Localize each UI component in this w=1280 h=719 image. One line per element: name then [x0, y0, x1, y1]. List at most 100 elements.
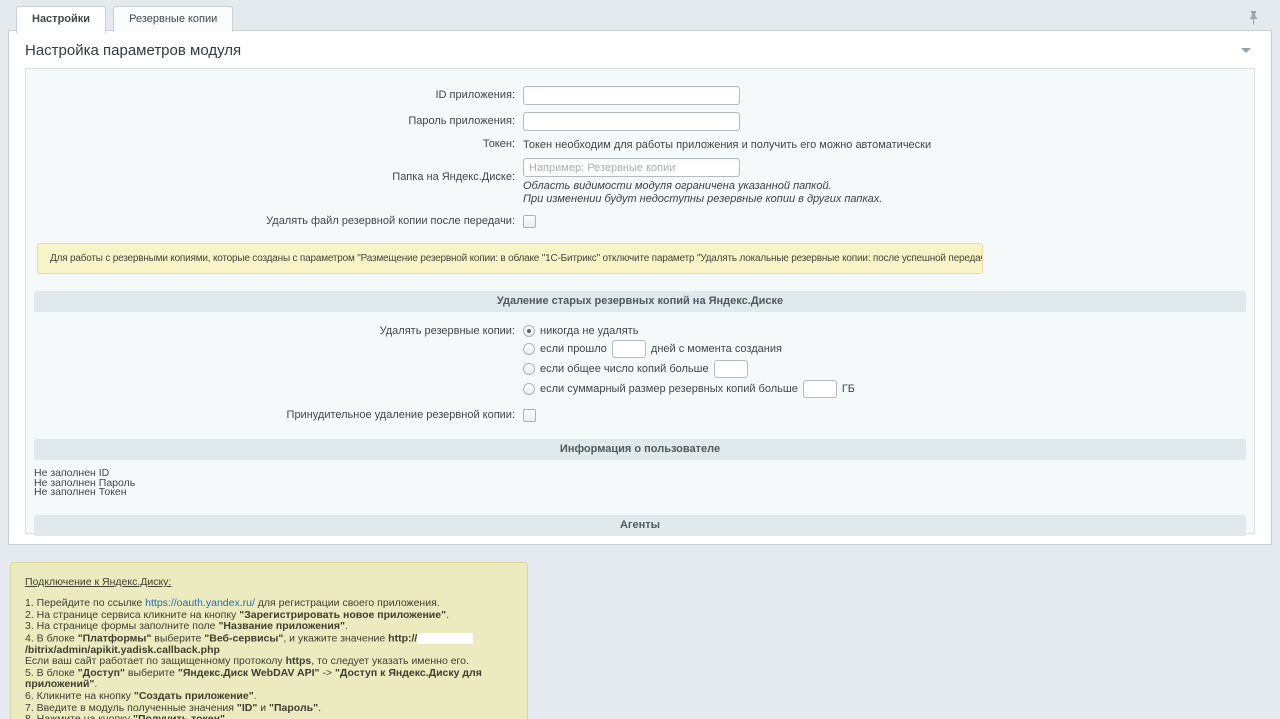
redacted-domain: [417, 633, 473, 644]
help-step-text: 7. Введите в модуль полученные значения: [25, 702, 237, 714]
token-note: Токен необходим для работы приложения и …: [523, 139, 931, 151]
folder-note-line1: Область видимости модуля ограничена указ…: [523, 180, 882, 193]
tab-backups[interactable]: Резервные копии: [113, 6, 233, 32]
help-step-text: http://: [388, 632, 417, 644]
app-password-input[interactable]: [523, 112, 740, 131]
help-step: 5. В блоке "Доступ" выберите "Яндекс.Дис…: [25, 668, 513, 691]
force-delete-row: Принудительное удаление резервной копии:: [26, 409, 1254, 422]
help-step-text: .: [446, 609, 449, 621]
help-step-text: ->: [319, 667, 334, 679]
help-step-text: "Создать приложение": [134, 690, 254, 702]
yandex-disk-help-box: Подключение к Яндекс.Диску: 1. Перейдите…: [10, 562, 528, 719]
collapse-chevron-down-icon[interactable]: [1241, 48, 1251, 53]
help-step-text: 3. На странице формы заполните поле: [25, 620, 218, 632]
cleanup-option-count: если общее число копий больше: [523, 360, 855, 378]
radio-count[interactable]: [523, 363, 535, 375]
size-input[interactable]: [803, 380, 837, 398]
help-step: 4. В блоке "Платформы" выберите "Веб-сер…: [25, 633, 513, 656]
help-step-text: 2. На странице сервиса кликните на кнопк…: [25, 609, 239, 621]
radio-size-prefix: если суммарный размер резервных копий бо…: [540, 383, 798, 395]
help-step: 8. Нажмите на кнопку "Получить токен".: [25, 714, 513, 719]
delete-after-label: Удалять файл резервной копии после перед…: [26, 215, 523, 228]
alert-text: Для работы с резервными копиями, которые…: [50, 253, 983, 264]
help-step-text: .: [318, 702, 321, 714]
help-step-text: "Название приложения": [218, 620, 345, 632]
help-steps: 1. Перейдите по ссылке https://oauth.yan…: [25, 598, 513, 719]
user-info-list: Не заполнен ID Не заполнен Пароль Не зап…: [34, 469, 1254, 498]
user-info-line: Не заполнен ID: [34, 469, 1254, 479]
cloud-backup-alert: Для работы с резервными копиями, которые…: [37, 243, 983, 274]
help-step-text: 1. Перейдите по ссылке: [25, 597, 145, 609]
app-password-label: Пароль приложения:: [26, 115, 523, 128]
tab-settings[interactable]: Настройки: [16, 6, 106, 33]
days-input[interactable]: [612, 340, 646, 358]
radio-size-suffix: ГБ: [842, 383, 855, 395]
help-step-text: /bitrix/admin/apikit.yadisk.callback.php: [25, 644, 220, 656]
help-step-text: .: [225, 713, 228, 719]
cleanup-option-days: если прошло дней с момента создания: [523, 340, 855, 358]
section-user-info-header: Информация о пользователе: [34, 439, 1246, 460]
force-delete-label: Принудительное удаление резервной копии:: [26, 409, 523, 422]
force-delete-checkbox[interactable]: [523, 409, 536, 422]
help-step-text: для регистрации своего приложения.: [255, 597, 440, 609]
user-info-line: Не заполнен Пароль: [34, 479, 1254, 489]
app-id-row: ID приложения:: [26, 86, 1254, 105]
help-step-text: Если ваш сайт работает по защищенному пр…: [25, 655, 286, 667]
cleanup-option-size: если суммарный размер резервных копий бо…: [523, 380, 855, 398]
radio-count-prefix: если общее число копий больше: [540, 363, 709, 375]
help-step-text: .: [254, 690, 257, 702]
radio-never-label: никогда не удалять: [540, 325, 638, 337]
help-step-text: "ID": [237, 702, 257, 714]
help-step-text: , то следует указать именно его.: [311, 655, 469, 667]
delete-after-row: Удалять файл резервной копии после перед…: [26, 215, 1254, 228]
help-step: 3. На странице формы заполните поле "Наз…: [25, 621, 513, 633]
help-step-text: выберите: [125, 667, 178, 679]
token-row: Токен: Токен необходим для работы прилож…: [26, 138, 1254, 151]
cleanup-options-row: Удалять резервные копии: никогда не удал…: [26, 323, 1254, 400]
help-step-text: выберите: [151, 632, 204, 644]
help-step-text: "Пароль": [269, 702, 318, 714]
help-step-text: .: [345, 620, 348, 632]
settings-panel: Настройка параметров модуля ID приложени…: [8, 30, 1272, 545]
oauth-yandex-link[interactable]: https://oauth.yandex.ru/: [145, 597, 255, 609]
app-id-label: ID приложения:: [26, 89, 523, 102]
tab-bar: Настройки Резервные копии: [0, 0, 1280, 30]
cleanup-label: Удалять резервные копии:: [26, 323, 523, 338]
cleanup-option-never: никогда не удалять: [523, 323, 855, 338]
folder-row: Папка на Яндекс.Диске: Область видимости…: [26, 158, 1254, 206]
help-step-text: "Веб-сервисы": [204, 632, 283, 644]
count-input[interactable]: [714, 360, 748, 378]
panel-header: Настройка параметров модуля: [9, 31, 1271, 68]
help-step-text: и: [257, 702, 269, 714]
app-id-input[interactable]: [523, 86, 740, 105]
radio-size[interactable]: [523, 383, 535, 395]
radio-never[interactable]: [523, 325, 535, 337]
help-step-text: .: [94, 678, 97, 690]
user-info-line: Не заполнен Токен: [34, 488, 1254, 498]
module-settings-form: ID приложения: Пароль приложения: Токен:…: [25, 68, 1255, 534]
help-step-text: "Доступ": [78, 667, 125, 679]
help-step-text: "Яндекс.Диск WebDAV API": [178, 667, 320, 679]
pin-icon[interactable]: [1248, 10, 1259, 28]
help-title: Подключение к Яндекс.Диску:: [25, 576, 513, 588]
radio-days-prefix: если прошло: [540, 343, 607, 355]
folder-input[interactable]: [523, 158, 740, 177]
help-step-text: "Получить токен": [133, 713, 225, 719]
page-title: Настройка параметров модуля: [25, 42, 241, 59]
section-agents-header: Агенты: [34, 515, 1246, 536]
help-step-text: 6. Кликните на кнопку: [25, 690, 134, 702]
help-step-text: 5. В блоке: [25, 667, 78, 679]
token-label: Токен:: [26, 138, 523, 151]
help-step-text: , и укажите значение: [283, 632, 388, 644]
help-step-text: 4. В блоке: [25, 632, 78, 644]
radio-days[interactable]: [523, 343, 535, 355]
section-cleanup-header: Удаление старых резервных копий на Яндек…: [34, 291, 1246, 312]
folder-label: Папка на Яндекс.Диске:: [26, 158, 523, 184]
folder-note-line2: При изменении будут недоступны резервные…: [523, 193, 882, 206]
app-password-row: Пароль приложения:: [26, 112, 1254, 131]
help-step-text: "Платформы": [78, 632, 152, 644]
help-step-text: "Зарегистрировать новое приложение": [239, 609, 446, 621]
delete-after-checkbox[interactable]: [523, 215, 536, 228]
help-step-text: https: [286, 655, 312, 667]
help-step-text: 8. Нажмите на кнопку: [25, 713, 133, 719]
